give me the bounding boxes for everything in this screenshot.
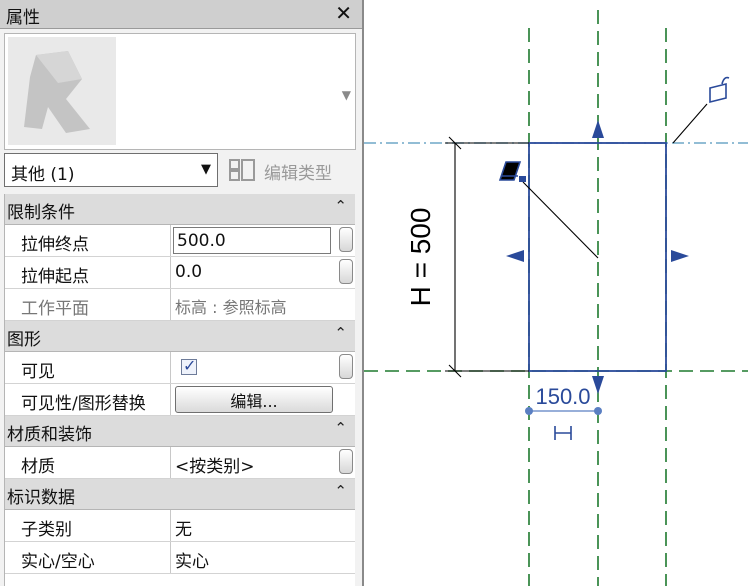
height-dimension-label[interactable]: H = 500 — [405, 208, 436, 307]
pin-leader — [672, 103, 708, 144]
check-icon: ✓ — [183, 356, 197, 375]
prop-name: 可见性/图形替换 — [21, 394, 146, 414]
group-label: 标识数据 — [7, 488, 75, 508]
type-preview: ▼ — [4, 33, 356, 150]
material-value[interactable]: <按类别> — [175, 452, 255, 477]
group-materials[interactable]: 材质和装饰 ⌃ — [5, 416, 355, 447]
revit-logo-icon — [8, 37, 116, 145]
prop-name: 实心/空心 — [21, 552, 95, 572]
type-selector-dropdown[interactable]: 其他 (1) ▼ — [4, 153, 218, 187]
prop-row-subcategory: 子类别 无 — [5, 510, 355, 542]
prop-name: 可见 — [21, 362, 55, 382]
collapse-icon[interactable]: ⌃ — [334, 324, 347, 342]
dim-drag-handle-icon[interactable] — [554, 426, 572, 440]
type-selector-value: 其他 (1) — [11, 165, 75, 185]
prop-row-work-plane: 工作平面 标高 : 参照标高 — [5, 289, 355, 321]
group-identity-data[interactable]: 标识数据 ⌃ — [5, 479, 355, 510]
prop-name: 工作平面 — [21, 299, 89, 319]
width-dim-grip-left[interactable] — [525, 407, 533, 415]
prop-name: 拉伸起点 — [21, 267, 89, 287]
prop-name: 拉伸终点 — [21, 235, 89, 255]
group-label: 限制条件 — [7, 203, 75, 223]
shape-handle-bottom[interactable] — [592, 376, 604, 394]
visible-checkbox[interactable]: ✓ — [181, 356, 197, 375]
pin-symbol-icon[interactable] — [709, 82, 727, 104]
prop-row-material: 材质 <按类别> — [5, 447, 355, 479]
shape-handle-top[interactable] — [592, 120, 604, 138]
lock-icon[interactable] — [519, 176, 526, 182]
prop-row-extrusion-start: 拉伸起点 0.0 — [5, 257, 355, 289]
drawing-view[interactable]: H = 500 150.0 — [364, 0, 748, 586]
row-scroll-handle[interactable] — [339, 449, 353, 474]
collapse-icon[interactable]: ⌃ — [334, 419, 347, 437]
prop-row-visibility-override: 可见性/图形替换 编辑... — [5, 384, 355, 416]
collapse-icon[interactable]: ⌃ — [334, 197, 347, 215]
preview-dropdown-icon[interactable]: ▼ — [342, 88, 351, 102]
subcategory-value[interactable]: 无 — [175, 515, 192, 540]
row-scroll-handle[interactable] — [339, 259, 353, 284]
row-scroll-handle[interactable] — [339, 227, 353, 252]
properties-palette: 属性 ✕ ▼ 其他 (1) ▼ 编辑类型 限制条件 ⌃ 拉伸终点 500.0 拉… — [0, 0, 364, 586]
edit-type-icon — [229, 159, 255, 181]
solid-void-value[interactable]: 实心 — [175, 547, 209, 572]
pin-hook-icon — [721, 76, 730, 85]
row-scroll-handle[interactable] — [339, 354, 353, 379]
close-icon[interactable]: ✕ — [335, 1, 352, 25]
width-dimension-label[interactable]: 150.0 — [535, 384, 590, 409]
visibility-edit-button[interactable]: 编辑... — [175, 386, 333, 413]
edit-type-label: 编辑类型 — [264, 164, 332, 184]
edit-type-button[interactable]: 编辑类型 — [226, 153, 354, 187]
palette-titlebar[interactable]: 属性 ✕ — [0, 0, 362, 29]
prop-name: 材质 — [21, 457, 55, 477]
group-constraints[interactable]: 限制条件 ⌃ — [5, 194, 355, 225]
group-label: 材质和装饰 — [7, 425, 92, 445]
prop-row-solid-void: 实心/空心 实心 — [5, 542, 355, 574]
prop-row-extrusion-end: 拉伸终点 — [5, 225, 355, 257]
workplane-leader — [522, 181, 599, 259]
shape-handle-right[interactable] — [671, 250, 689, 262]
prop-row-visible: 可见 ✓ — [5, 352, 355, 384]
extrusion-end-input[interactable] — [173, 227, 331, 254]
drawing-canvas[interactable]: H = 500 150.0 — [364, 0, 748, 586]
group-label: 图形 — [7, 330, 41, 350]
palette-title: 属性 — [6, 8, 40, 28]
workplane-symbol-icon[interactable] — [498, 161, 522, 181]
work-plane-value: 标高 : 参照标高 — [175, 298, 287, 317]
group-graphics[interactable]: 图形 ⌃ — [5, 321, 355, 352]
properties-grid: 限制条件 ⌃ 拉伸终点 拉伸起点 0.0 工作平面 标高 : 参照标高 图形 — [4, 194, 355, 586]
width-dim-grip-right[interactable] — [594, 407, 602, 415]
collapse-icon[interactable]: ⌃ — [334, 482, 347, 500]
chevron-down-icon: ▼ — [201, 162, 211, 177]
prop-name: 子类别 — [21, 520, 72, 540]
extrusion-start-value[interactable]: 0.0 — [175, 262, 202, 282]
shape-handle-left[interactable] — [506, 250, 524, 262]
